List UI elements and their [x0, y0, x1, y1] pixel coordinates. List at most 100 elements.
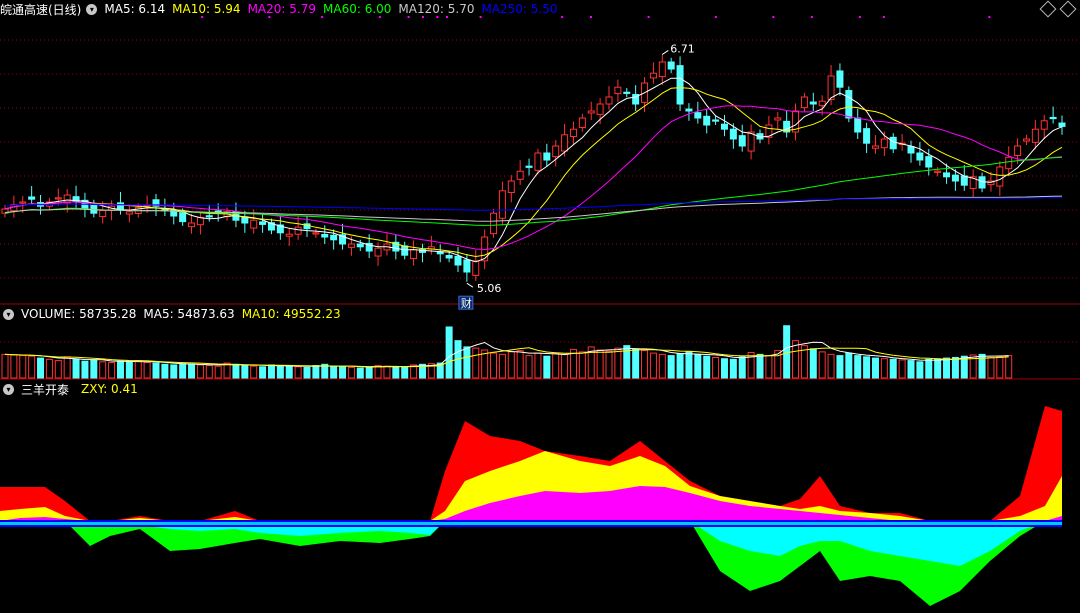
candle-body-62	[552, 145, 560, 158]
candle-body-37	[330, 234, 338, 241]
volume-bar-107	[951, 356, 959, 379]
candle-body-36	[321, 233, 329, 238]
candle-body-61	[543, 152, 551, 161]
volume-bar-76	[676, 353, 684, 379]
candle-body-115	[1022, 138, 1030, 142]
volume-bar-74	[658, 353, 666, 379]
volume-bar-67	[596, 349, 604, 379]
top-dot-14	[810, 16, 813, 18]
volume-bar-45	[401, 366, 409, 379]
volume-bar-32	[285, 365, 293, 379]
volume-bar-52	[463, 346, 471, 379]
volume-bar-37	[330, 365, 338, 379]
volume-bar-15	[134, 360, 142, 379]
candle-body-95	[845, 90, 853, 119]
top-dot-17	[988, 16, 991, 18]
oscillator-settings-icon[interactable]: ▾	[3, 383, 14, 395]
volume-bar-57	[507, 351, 515, 379]
candle-body-78	[694, 112, 702, 119]
candle-body-64	[569, 128, 577, 137]
volume-bar-94	[836, 355, 844, 379]
volume-bar-14	[125, 361, 133, 379]
volume-bar-62	[552, 353, 560, 379]
volume-bar-2	[19, 355, 27, 379]
volume-bar-43	[383, 365, 391, 379]
top-dot-13	[772, 16, 775, 18]
top-dot-15	[858, 16, 861, 18]
candle-body-69	[614, 86, 622, 95]
candle-body-33	[294, 226, 302, 235]
candle-body-79	[703, 115, 711, 126]
candle-body-51	[454, 255, 462, 266]
volume-bar-68	[605, 350, 613, 379]
volume-bar-33	[294, 366, 302, 379]
oscillator-items: ZXY: 0.41	[81, 382, 145, 396]
candle-body-118	[1049, 116, 1057, 120]
volume-bar-98	[871, 357, 879, 379]
low-label: 5.06	[477, 282, 502, 295]
top-dot-16	[882, 16, 885, 18]
candle-body-73	[649, 72, 657, 79]
volume-bar-60	[534, 352, 542, 379]
volume-bar-23	[205, 365, 213, 379]
price-settings-icon[interactable]: ▾	[86, 3, 98, 15]
candle-body-66	[587, 110, 595, 114]
volume-bar-95	[845, 352, 853, 379]
candle-body-42	[374, 247, 382, 257]
volume-bar-18	[161, 363, 169, 379]
candle-body-20	[179, 212, 187, 223]
volume-label-1: MA5: 54873.63	[143, 307, 235, 321]
volume-bar-111	[987, 356, 995, 379]
volume-bar-29	[259, 366, 267, 379]
volume-bar-5	[45, 358, 53, 379]
candle-body-55	[490, 212, 498, 235]
volume-bar-30	[267, 364, 275, 379]
candle-body-63	[561, 134, 569, 152]
volume-bar-79	[703, 355, 711, 379]
volume-bar-8	[72, 358, 80, 379]
volume-items: VOLUME: 58735.28 MA5: 54873.63 MA10: 49552…	[21, 307, 348, 321]
candle-body-108	[960, 175, 968, 186]
candle-body-113	[1005, 156, 1013, 170]
candle-body-74	[658, 61, 666, 78]
candle-body-21	[188, 222, 196, 228]
ma5-line	[4, 77, 1063, 263]
candle-body-40	[356, 243, 364, 248]
volume-bar-77	[685, 351, 693, 379]
volume-bar-31	[276, 365, 284, 379]
candle-body-10	[90, 203, 98, 214]
volume-bar-102	[907, 360, 915, 379]
volume-bar-86	[765, 355, 773, 379]
candle-body-22	[196, 216, 204, 226]
candle-body-76	[676, 65, 684, 105]
volume-bar-106	[943, 357, 951, 379]
volume-bar-11	[99, 361, 107, 379]
candle-body-99	[880, 138, 888, 149]
volume-bar-3	[28, 355, 36, 379]
price-legend: 皖通高速(日线) ▾ MA5: 6.14 MA10: 5.94 MA20: 5.79…	[0, 0, 565, 18]
osc-zero-line	[0, 522, 1062, 525]
candle-body-57	[507, 180, 515, 193]
candle-body-23	[205, 215, 213, 218]
volume-label-2: MA10: 49552.23	[241, 307, 341, 321]
volume-settings-icon[interactable]: ▾	[3, 308, 14, 320]
volume-bar-38	[339, 366, 347, 379]
low-pointer	[466, 282, 474, 288]
price-ma-label-4: MA120: 5.70	[398, 2, 475, 16]
top-dot-10	[590, 16, 592, 18]
candle-body-93	[827, 75, 835, 101]
candle-body-75	[667, 61, 675, 70]
candle-body-94	[836, 70, 844, 88]
volume-bar-41	[365, 366, 373, 379]
candle-body-65	[578, 117, 586, 129]
high-label: 6.71	[670, 42, 695, 55]
volume-bar-44	[392, 366, 400, 379]
candle-body-117	[1040, 120, 1048, 130]
candle-body-105	[934, 170, 942, 173]
candle-body-59	[525, 165, 533, 168]
candle-body-39	[347, 243, 355, 248]
candle-body-100	[889, 136, 897, 150]
volume-bar-72	[641, 350, 649, 379]
volume-bar-100	[889, 358, 897, 379]
candle-body-70	[623, 91, 631, 94]
